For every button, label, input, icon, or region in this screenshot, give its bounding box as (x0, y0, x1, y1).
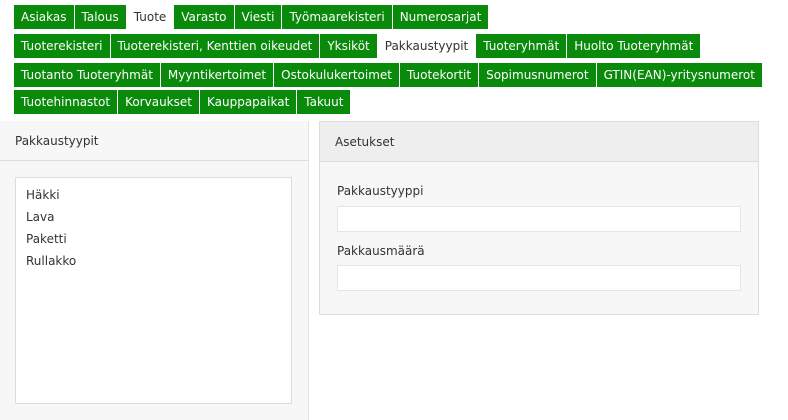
list-item[interactable]: Paketti (16, 228, 291, 250)
tab-viesti[interactable]: Viesti (234, 5, 283, 29)
nav-row-sub-1: Tuoterekisteri Tuoterekisteri, Kenttien o… (14, 34, 702, 58)
tab-tuotanto-tuoteryhmät[interactable]: Tuotanto Tuoteryhmät (14, 63, 161, 87)
tab-ostokulukertoimet[interactable]: Ostokulukertoimet (274, 63, 400, 87)
tab-myyntikertoimet[interactable]: Myyntikertoimet (160, 63, 275, 87)
tab-tuotehinnastot[interactable]: Tuotehinnastot (14, 90, 119, 114)
tab-kauppapaikat[interactable]: Kauppapaikat (199, 90, 298, 114)
tab-takuut[interactable]: Takuut (297, 90, 352, 114)
packaging-types-panel: Pakkaustyypit Häkki Lava Paketti Rullakko (0, 121, 309, 420)
tab-talous[interactable]: Talous (74, 5, 127, 29)
nav-row-main: Asiakas Talous Tuote Varasto Viesti Työmaarek… (14, 5, 490, 29)
list-item[interactable]: Häkki (16, 184, 291, 206)
tab-sopimusnumerot[interactable]: Sopimusnumerot (479, 63, 597, 87)
tab-varasto[interactable]: Varasto (174, 5, 235, 29)
tab-numerosarjat[interactable]: Numerosarjat (392, 5, 490, 29)
tab-tuoterekisteri-kenttien-oikeudet[interactable]: Tuoterekisteri, Kenttien oikeudet (110, 34, 321, 58)
tab-tuoterekisteri[interactable]: Tuoterekisteri (14, 34, 111, 58)
packaging-quantity-label: Pakkausmäärä (337, 244, 425, 258)
tab-tuoteryhmät[interactable]: Tuoteryhmät (476, 34, 568, 58)
tab-asiakas[interactable]: Asiakas (14, 5, 75, 29)
nav-row-sub-3: Tuotehinnastot Korvaukset Kauppapaikat Taku… (14, 90, 352, 114)
tab-yksiköt[interactable]: Yksiköt (320, 34, 378, 58)
list-item[interactable]: Rullakko (16, 250, 291, 272)
tab-tuotekortit[interactable]: Tuotekortit (400, 63, 480, 87)
packaging-type-input[interactable] (337, 206, 741, 232)
nav-row-sub-2: Tuotanto Tuoteryhmät Myyntikertoimet Ostok… (14, 63, 763, 87)
settings-header: Asetukset (320, 122, 758, 162)
packaging-type-label: Pakkaustyyppi (337, 184, 424, 198)
tab-tuote[interactable]: Tuote (126, 5, 175, 29)
tab-työmaarekisteri[interactable]: Työmaarekisteri (282, 5, 393, 29)
list-item[interactable]: Lava (16, 206, 291, 228)
packaging-types-list[interactable]: Häkki Lava Paketti Rullakko (15, 177, 292, 404)
packaging-types-header: Pakkaustyypit (0, 121, 308, 161)
tab-pakkaustyypit[interactable]: Pakkaustyypit (377, 34, 477, 58)
settings-panel: Asetukset Pakkaustyyppi Pakkausmäärä (319, 121, 759, 315)
tab-huolto-tuoteryhmät[interactable]: Huolto Tuoteryhmät (567, 34, 702, 58)
tab-korvaukset[interactable]: Korvaukset (118, 90, 200, 114)
packaging-quantity-input[interactable] (337, 265, 741, 291)
tab-gtin-ean-yritysnumerot[interactable]: GTIN(EAN)-yritysnumerot (596, 63, 763, 87)
